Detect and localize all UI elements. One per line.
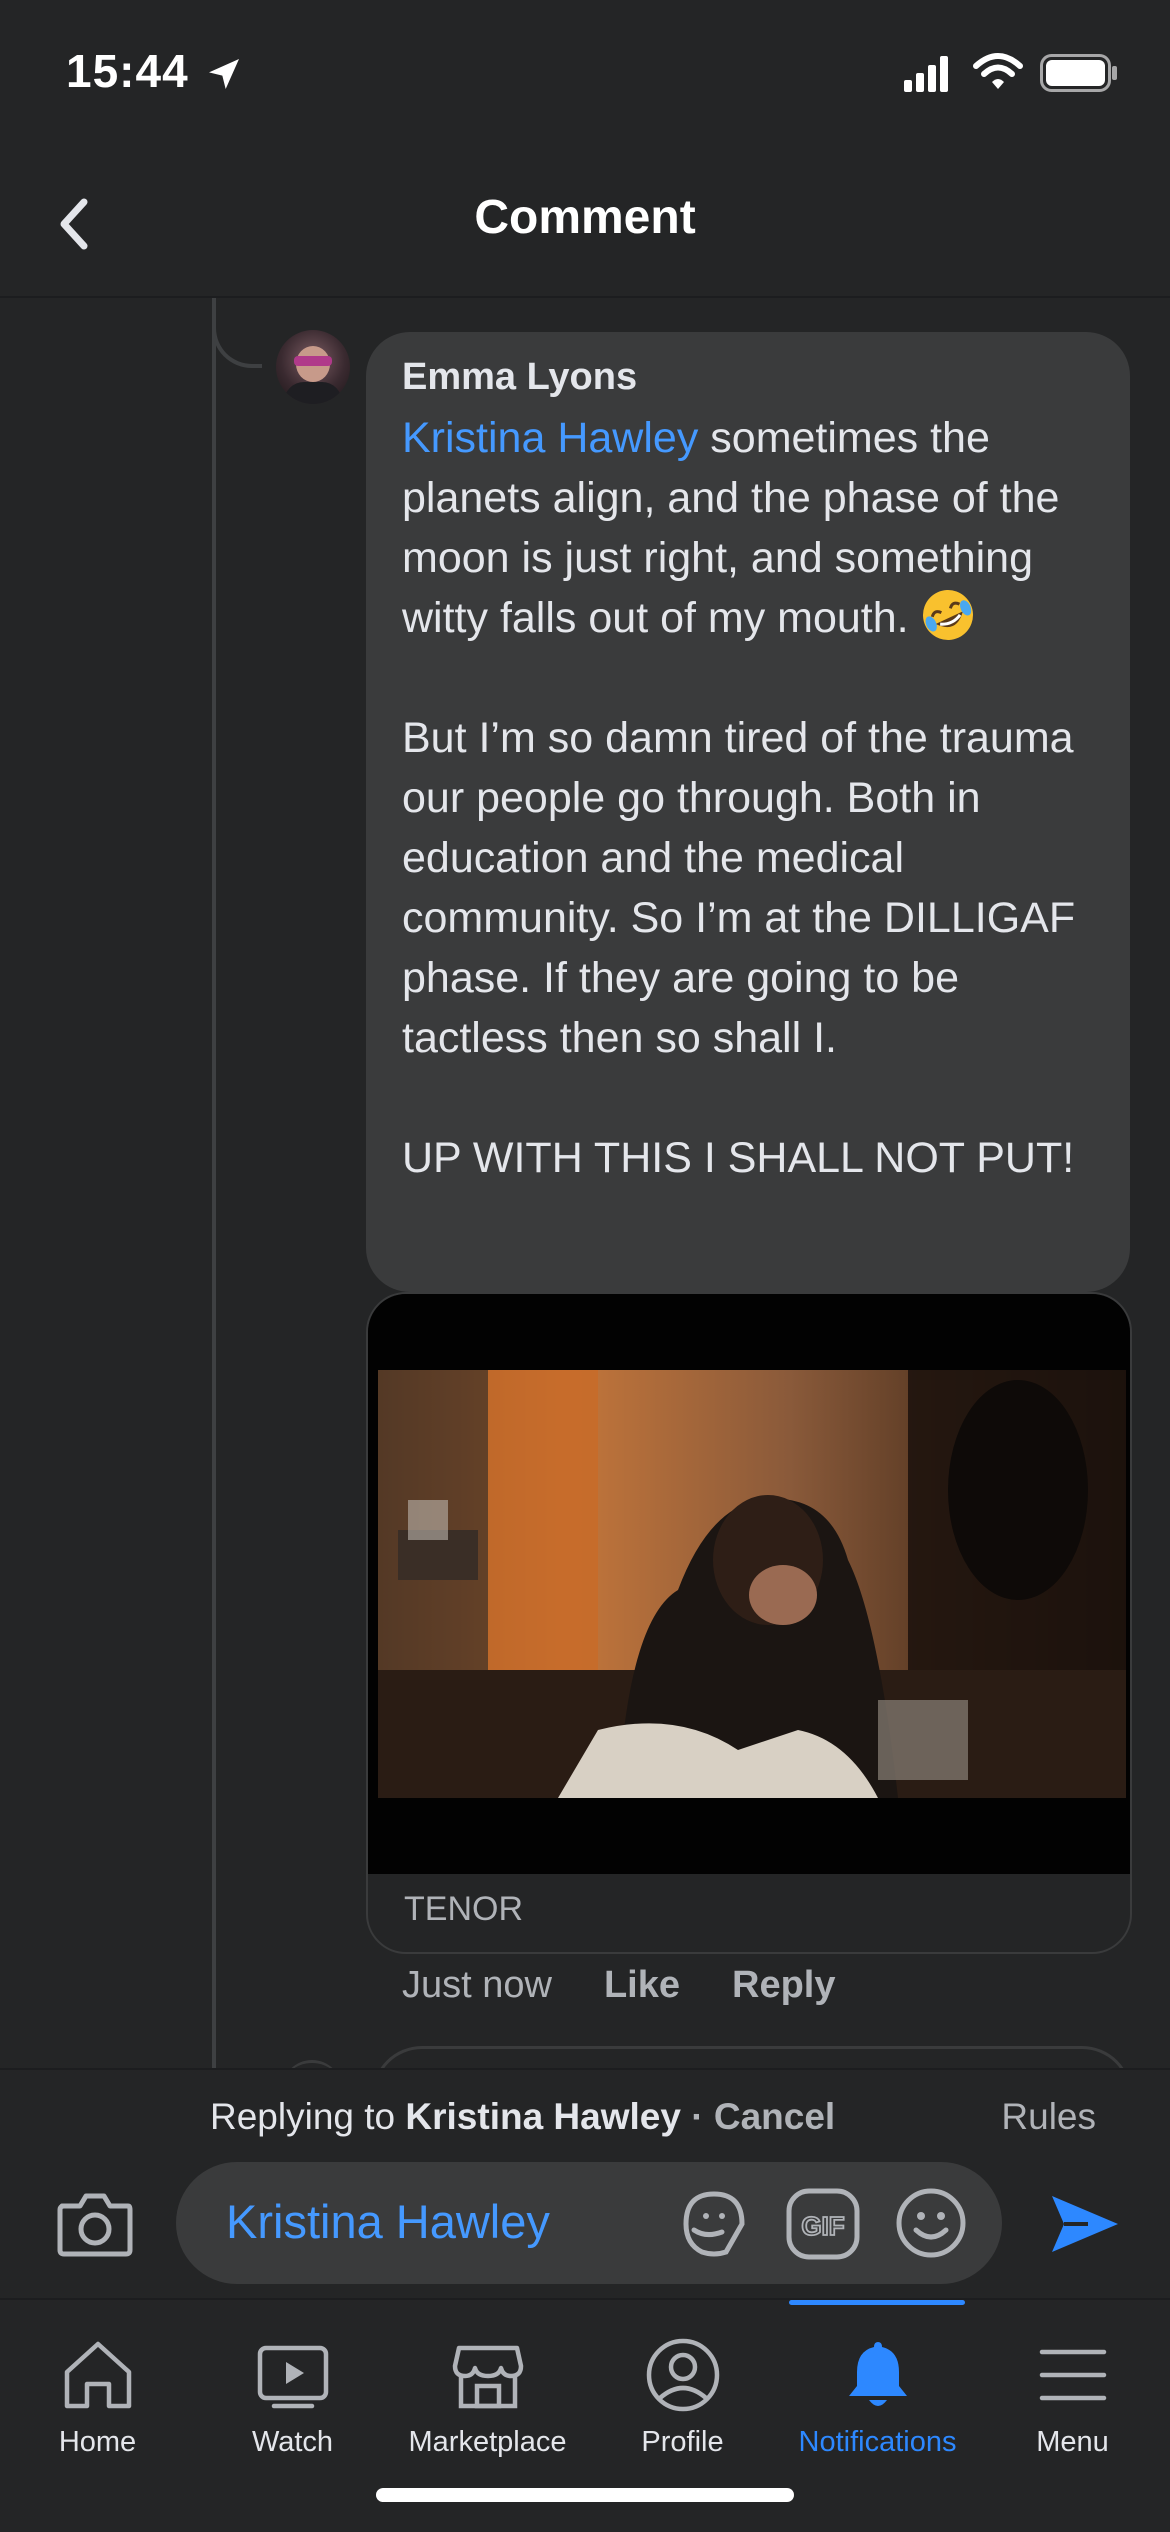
svg-text:GIF: GIF	[801, 2211, 844, 2241]
battery-icon	[1040, 54, 1117, 92]
tab-watch[interactable]: Watch	[195, 2336, 390, 2459]
tab-home-label: Home	[58, 2426, 137, 2458]
header: Comment	[0, 150, 1170, 298]
gif-attachment[interactable]: TENOR	[366, 1292, 1132, 1954]
home-indicator	[376, 2488, 794, 2502]
gif-icon[interactable]: GIF	[786, 2188, 860, 2260]
marketplace-icon	[452, 2345, 523, 2409]
comment-composer: Replying to Kristina Hawley · Cancel Rul…	[0, 2068, 1170, 2298]
gif-image[interactable]	[378, 1370, 1126, 1798]
like-button[interactable]: Like	[604, 1964, 680, 2020]
replying-to-name: Kristina Hawley	[405, 2096, 681, 2137]
tab-profile[interactable]: Profile	[585, 2336, 780, 2459]
comment-actions: Just now Like Reply	[402, 1964, 836, 2020]
status-time: 15:44	[66, 45, 189, 97]
tab-profile-label: Profile	[641, 2426, 724, 2458]
tab-notifications-label: Notifications	[798, 2426, 957, 2458]
menu-icon	[1039, 2349, 1106, 2401]
comment-author[interactable]: Emma Lyons	[402, 356, 637, 399]
status-bar: 15:44	[0, 0, 1170, 150]
comment-text: Kristina Hawley sometimes the planets al…	[402, 408, 1112, 1188]
home-icon	[64, 2341, 131, 2409]
avatar[interactable]	[276, 330, 350, 404]
gif-source-label: TENOR	[404, 1890, 523, 1928]
thread-connector	[212, 298, 262, 368]
thread-line	[212, 298, 216, 2068]
cancel-reply-button[interactable]: Cancel	[714, 2096, 835, 2137]
reply-button[interactable]: Reply	[732, 1964, 835, 2020]
active-tab-indicator	[789, 2300, 965, 2305]
watch-icon	[257, 2345, 328, 2409]
comment-timestamp: Just now	[402, 1964, 552, 2006]
send-icon[interactable]	[1048, 2190, 1120, 2258]
comment-paragraph-3: UP WITH THIS I SHALL NOT PUT!	[402, 1134, 1075, 1182]
tab-home[interactable]: Home	[0, 2336, 195, 2459]
comment-input[interactable]: Kristina Hawley GIF	[176, 2162, 1002, 2284]
tab-menu-label: Menu	[1036, 2426, 1109, 2458]
comment-paragraph-2: But I’m so damn tired of the trauma our …	[402, 714, 1076, 1062]
rolling-on-floor-laughing-emoji-icon	[922, 590, 973, 640]
comment-bubble: Emma Lyons Kristina Hawley sometimes the…	[366, 332, 1130, 1292]
page-title: Comment	[474, 191, 696, 244]
tab-marketplace-label: Marketplace	[408, 2426, 567, 2458]
wifi-icon	[973, 53, 1023, 89]
rules-link[interactable]: Rules	[1001, 2096, 1096, 2138]
sticker-icon[interactable]	[676, 2186, 752, 2262]
mention-link[interactable]: Kristina Hawley	[402, 414, 698, 462]
bell-icon	[848, 2342, 907, 2406]
tab-notifications[interactable]: Notifications	[780, 2336, 975, 2459]
comment-input-text[interactable]: Kristina Hawley	[226, 2194, 550, 2249]
location-arrow-icon	[209, 59, 239, 89]
tab-marketplace[interactable]: Marketplace	[390, 2336, 585, 2459]
emoji-icon[interactable]	[894, 2186, 968, 2260]
replying-to-banner: Replying to Kristina Hawley · Cancel	[210, 2096, 836, 2137]
profile-icon	[646, 2338, 719, 2412]
tab-menu[interactable]: Menu	[975, 2336, 1170, 2459]
camera-icon[interactable]	[56, 2188, 134, 2258]
cellular-signal-icon	[904, 56, 948, 92]
tab-watch-label: Watch	[251, 2426, 334, 2458]
